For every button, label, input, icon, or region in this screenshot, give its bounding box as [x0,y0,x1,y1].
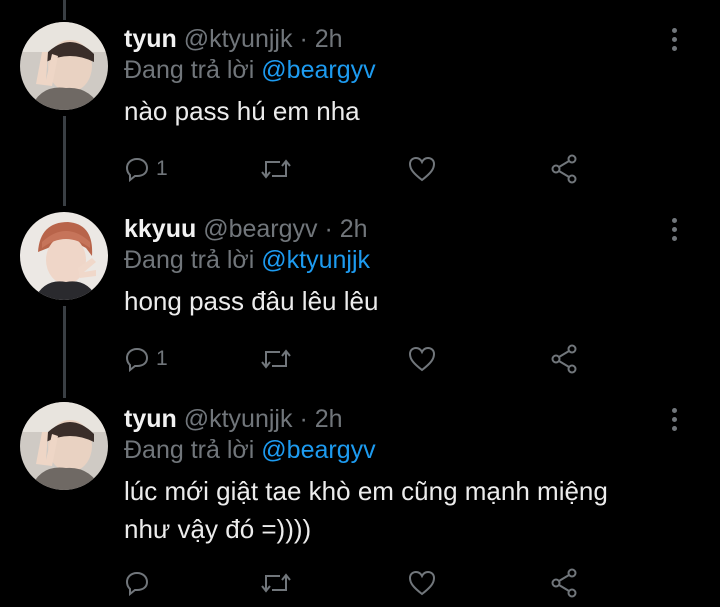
like-button[interactable] [408,152,436,186]
share-icon [551,568,577,598]
tweet-header: tyun @ktyunjjk · 2h [124,404,660,434]
tweet-header: kkyuu @beargyv · 2h [124,214,660,244]
tweet-text: nào pass hú em nha [124,96,360,126]
comment-icon [125,157,149,182]
comment-icon [125,347,149,372]
tweet-text: hong pass đâu lêu lêu [124,286,379,316]
display-name[interactable]: kkyuu [124,215,196,243]
avatar[interactable] [20,212,108,300]
more-vertical-icon[interactable] [672,218,680,245]
replying-to-label: Đang trả lời [124,246,255,274]
timestamp[interactable]: 2h [315,405,343,433]
retweet-icon [261,159,291,179]
heart-icon [408,156,436,182]
avatar[interactable] [20,22,108,110]
comment-icon [125,571,149,596]
separator-dot: · [299,405,308,433]
retweet-icon [261,349,291,369]
avatar[interactable] [20,402,108,490]
like-button[interactable] [408,342,436,376]
tweet-actions: 1 [124,342,594,376]
replying-to-label: Đang trả lời [124,436,255,464]
share-icon [551,344,577,374]
timestamp[interactable]: 2h [340,215,368,243]
thread-connector [63,306,66,398]
share-icon [551,154,577,184]
reply-count: 1 [156,347,168,370]
replying-to: Đang trả lời @beargyv [124,434,660,466]
reply-count: 1 [156,157,168,180]
share-button[interactable] [550,152,578,186]
reply-button[interactable]: 1 [124,152,168,186]
retweet-icon [261,573,291,593]
thread-connector [63,116,66,206]
user-handle[interactable]: @beargyv [203,215,317,243]
more-vertical-icon[interactable] [672,28,680,55]
mention-link[interactable]: @beargyv [261,56,375,84]
replying-to: Đang trả lời @beargyv [124,54,660,86]
share-button[interactable] [550,566,578,600]
reply-button[interactable]: 1 [124,342,168,376]
more-vertical-icon[interactable] [672,408,680,435]
user-handle[interactable]: @ktyunjjk [184,25,293,53]
user-handle[interactable]: @ktyunjjk [184,405,293,433]
replying-to-label: Đang trả lời [124,56,255,84]
heart-icon [408,570,436,596]
retweet-button[interactable] [260,342,292,376]
tweet-text: lúc mới giật tae khò em cũng mạnh miệng … [124,476,608,544]
share-button[interactable] [550,342,578,376]
display-name[interactable]: tyun [124,405,177,433]
mention-link[interactable]: @beargyv [261,436,375,464]
retweet-button[interactable] [260,566,292,600]
tweet-actions [124,566,594,600]
reply-button[interactable] [124,566,156,600]
mention-link[interactable]: @ktyunjjk [261,246,370,274]
tweet-header: tyun @ktyunjjk · 2h [124,24,660,54]
replying-to: Đang trả lời @ktyunjjk [124,244,660,276]
separator-dot: · [324,215,333,243]
thread-connector [63,0,66,20]
display-name[interactable]: tyun [124,25,177,53]
timestamp[interactable]: 2h [315,25,343,53]
separator-dot: · [299,25,308,53]
retweet-button[interactable] [260,152,292,186]
like-button[interactable] [408,566,436,600]
tweet-actions: 1 [124,152,594,186]
heart-icon [408,346,436,372]
